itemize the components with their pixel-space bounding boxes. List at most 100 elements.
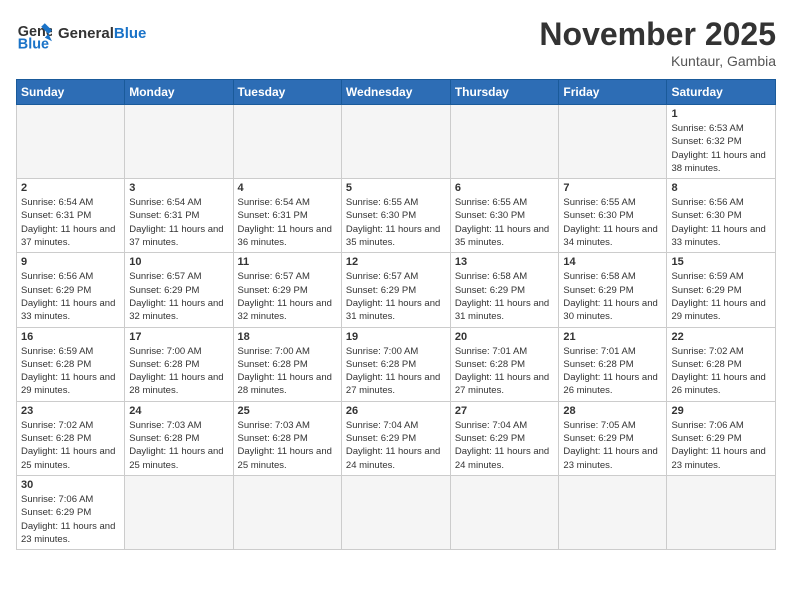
- day-number: 4: [238, 182, 337, 194]
- day-number: 2: [21, 182, 120, 194]
- calendar-day-cell: 11Sunrise: 6:57 AM Sunset: 6:29 PM Dayli…: [233, 253, 341, 327]
- weekday-header: Monday: [125, 80, 233, 105]
- day-number: 12: [346, 256, 446, 268]
- logo: General Blue GeneralBlue: [16, 16, 146, 52]
- logo-blue: Blue: [114, 25, 147, 42]
- day-info: Sunrise: 6:58 AM Sunset: 6:29 PM Dayligh…: [455, 270, 555, 323]
- day-number: 9: [21, 256, 120, 268]
- day-number: 18: [238, 331, 337, 343]
- calendar-day-cell: [233, 105, 341, 179]
- day-info: Sunrise: 7:05 AM Sunset: 6:29 PM Dayligh…: [563, 419, 662, 472]
- calendar-day-cell: 13 Sunrise: 6:58 AM Sunset: 6:29 PM Dayli…: [450, 253, 559, 327]
- location-title: Kuntaur, Gambia: [539, 53, 776, 69]
- day-info: Sunrise: 6:57 AM Sunset: 6:29 PM Dayligh…: [129, 270, 228, 323]
- weekday-header: Wednesday: [341, 80, 450, 105]
- day-number: 1: [671, 108, 771, 120]
- calendar-day-cell: 28 Sunrise: 7:05 AM Sunset: 6:29 PM Dayli…: [559, 401, 667, 475]
- calendar-day-cell: 8 Sunrise: 6:56 AM Sunset: 6:30 PM Daylig…: [667, 179, 776, 253]
- day-info: Sunrise: 7:06 AM Sunset: 6:29 PM Dayligh…: [21, 493, 120, 546]
- day-number: 7: [563, 182, 662, 194]
- day-number: 23: [21, 405, 120, 417]
- calendar-week-row: 30 Sunrise: 7:06 AM Sunset: 6:29 PM Dayli…: [17, 475, 776, 549]
- day-number: 30: [21, 479, 120, 491]
- day-number: 17: [129, 331, 228, 343]
- calendar-week-row: 2 Sunrise: 6:54 AM Sunset: 6:31 PM Daylig…: [17, 179, 776, 253]
- day-number: 29: [671, 405, 771, 417]
- day-info: Sunrise: 6:55 AM Sunset: 6:30 PM Dayligh…: [455, 196, 555, 249]
- day-number: 15: [671, 256, 771, 268]
- calendar-day-cell: 16Sunrise: 6:59 AM Sunset: 6:28 PM Dayli…: [17, 327, 125, 401]
- calendar-day-cell: 29Sunrise: 7:06 AM Sunset: 6:29 PM Dayli…: [667, 401, 776, 475]
- day-info: Sunrise: 6:59 AM Sunset: 6:29 PM Dayligh…: [671, 270, 771, 323]
- calendar-day-cell: 10 Sunrise: 6:57 AM Sunset: 6:29 PM Dayli…: [125, 253, 233, 327]
- day-number: 5: [346, 182, 446, 194]
- calendar-day-cell: [125, 475, 233, 549]
- day-info: Sunrise: 7:00 AM Sunset: 6:28 PM Dayligh…: [129, 345, 228, 398]
- calendar-day-cell: [559, 105, 667, 179]
- calendar-day-cell: 9Sunrise: 6:56 AM Sunset: 6:29 PM Daylig…: [17, 253, 125, 327]
- calendar-day-cell: 19Sunrise: 7:00 AM Sunset: 6:28 PM Dayli…: [341, 327, 450, 401]
- day-info: Sunrise: 7:03 AM Sunset: 6:28 PM Dayligh…: [129, 419, 228, 472]
- day-info: Sunrise: 7:00 AM Sunset: 6:28 PM Dayligh…: [238, 345, 337, 398]
- day-number: 24: [129, 405, 228, 417]
- calendar-day-cell: [341, 475, 450, 549]
- calendar-day-cell: [667, 475, 776, 549]
- logo-general: General: [58, 25, 114, 42]
- day-info: Sunrise: 6:54 AM Sunset: 6:31 PM Dayligh…: [238, 196, 337, 249]
- calendar-day-cell: [233, 475, 341, 549]
- day-info: Sunrise: 6:54 AM Sunset: 6:31 PM Dayligh…: [129, 196, 228, 249]
- calendar-day-cell: 12 Sunrise: 6:57 AM Sunset: 6:29 PM Dayli…: [341, 253, 450, 327]
- day-number: 27: [455, 405, 555, 417]
- logo-icon: General Blue: [16, 16, 52, 52]
- calendar-day-cell: 25 Sunrise: 7:03 AM Sunset: 6:28 PM Dayli…: [233, 401, 341, 475]
- weekday-header: Thursday: [450, 80, 559, 105]
- day-info: Sunrise: 7:02 AM Sunset: 6:28 PM Dayligh…: [671, 345, 771, 398]
- day-number: 3: [129, 182, 228, 194]
- calendar-day-cell: 15 Sunrise: 6:59 AM Sunset: 6:29 PM Dayli…: [667, 253, 776, 327]
- day-number: 14: [563, 256, 662, 268]
- calendar-day-cell: 3 Sunrise: 6:54 AM Sunset: 6:31 PM Daylig…: [125, 179, 233, 253]
- day-info: Sunrise: 6:56 AM Sunset: 6:30 PM Dayligh…: [671, 196, 771, 249]
- day-number: 13: [455, 256, 555, 268]
- day-info: Sunrise: 6:55 AM Sunset: 6:30 PM Dayligh…: [346, 196, 446, 249]
- day-number: 10: [129, 256, 228, 268]
- day-info: Sunrise: 6:54 AM Sunset: 6:31 PM Dayligh…: [21, 196, 120, 249]
- day-number: 28: [563, 405, 662, 417]
- day-info: Sunrise: 7:00 AM Sunset: 6:28 PM Dayligh…: [346, 345, 446, 398]
- day-info: Sunrise: 7:04 AM Sunset: 6:29 PM Dayligh…: [346, 419, 446, 472]
- calendar-day-cell: 21 Sunrise: 7:01 AM Sunset: 6:28 PM Dayli…: [559, 327, 667, 401]
- day-info: Sunrise: 6:55 AM Sunset: 6:30 PM Dayligh…: [563, 196, 662, 249]
- day-number: 20: [455, 331, 555, 343]
- day-number: 21: [563, 331, 662, 343]
- day-number: 6: [455, 182, 555, 194]
- day-number: 8: [671, 182, 771, 194]
- weekday-header: Saturday: [667, 80, 776, 105]
- calendar-day-cell: 18 Sunrise: 7:00 AM Sunset: 6:28 PM Dayli…: [233, 327, 341, 401]
- day-number: 25: [238, 405, 337, 417]
- weekday-header: Tuesday: [233, 80, 341, 105]
- calendar-table: SundayMondayTuesdayWednesdayThursdayFrid…: [16, 79, 776, 550]
- svg-text:Blue: Blue: [18, 36, 49, 52]
- calendar-day-cell: 17 Sunrise: 7:00 AM Sunset: 6:28 PM Dayli…: [125, 327, 233, 401]
- calendar-day-cell: [450, 475, 559, 549]
- calendar-week-row: 9Sunrise: 6:56 AM Sunset: 6:29 PM Daylig…: [17, 253, 776, 327]
- day-info: Sunrise: 7:01 AM Sunset: 6:28 PM Dayligh…: [455, 345, 555, 398]
- day-info: Sunrise: 6:57 AM Sunset: 6:29 PM Dayligh…: [346, 270, 446, 323]
- day-info: Sunrise: 7:01 AM Sunset: 6:28 PM Dayligh…: [563, 345, 662, 398]
- calendar-day-cell: [17, 105, 125, 179]
- calendar-day-cell: 2 Sunrise: 6:54 AM Sunset: 6:31 PM Daylig…: [17, 179, 125, 253]
- calendar-day-cell: 30 Sunrise: 7:06 AM Sunset: 6:29 PM Dayli…: [17, 475, 125, 549]
- day-info: Sunrise: 6:58 AM Sunset: 6:29 PM Dayligh…: [563, 270, 662, 323]
- calendar-day-cell: 24 Sunrise: 7:03 AM Sunset: 6:28 PM Dayli…: [125, 401, 233, 475]
- calendar-day-cell: 6 Sunrise: 6:55 AM Sunset: 6:30 PM Daylig…: [450, 179, 559, 253]
- calendar-day-cell: [559, 475, 667, 549]
- calendar-day-cell: 4 Sunrise: 6:54 AM Sunset: 6:31 PM Daylig…: [233, 179, 341, 253]
- page-header: General Blue GeneralBlue November 2025 K…: [16, 16, 776, 69]
- calendar-week-row: 16Sunrise: 6:59 AM Sunset: 6:28 PM Dayli…: [17, 327, 776, 401]
- calendar-day-cell: 27Sunrise: 7:04 AM Sunset: 6:29 PM Dayli…: [450, 401, 559, 475]
- weekday-header: Friday: [559, 80, 667, 105]
- day-number: 11: [238, 256, 337, 268]
- calendar-day-cell: 20 Sunrise: 7:01 AM Sunset: 6:28 PM Dayli…: [450, 327, 559, 401]
- calendar-day-cell: 23Sunrise: 7:02 AM Sunset: 6:28 PM Dayli…: [17, 401, 125, 475]
- day-info: Sunrise: 7:03 AM Sunset: 6:28 PM Dayligh…: [238, 419, 337, 472]
